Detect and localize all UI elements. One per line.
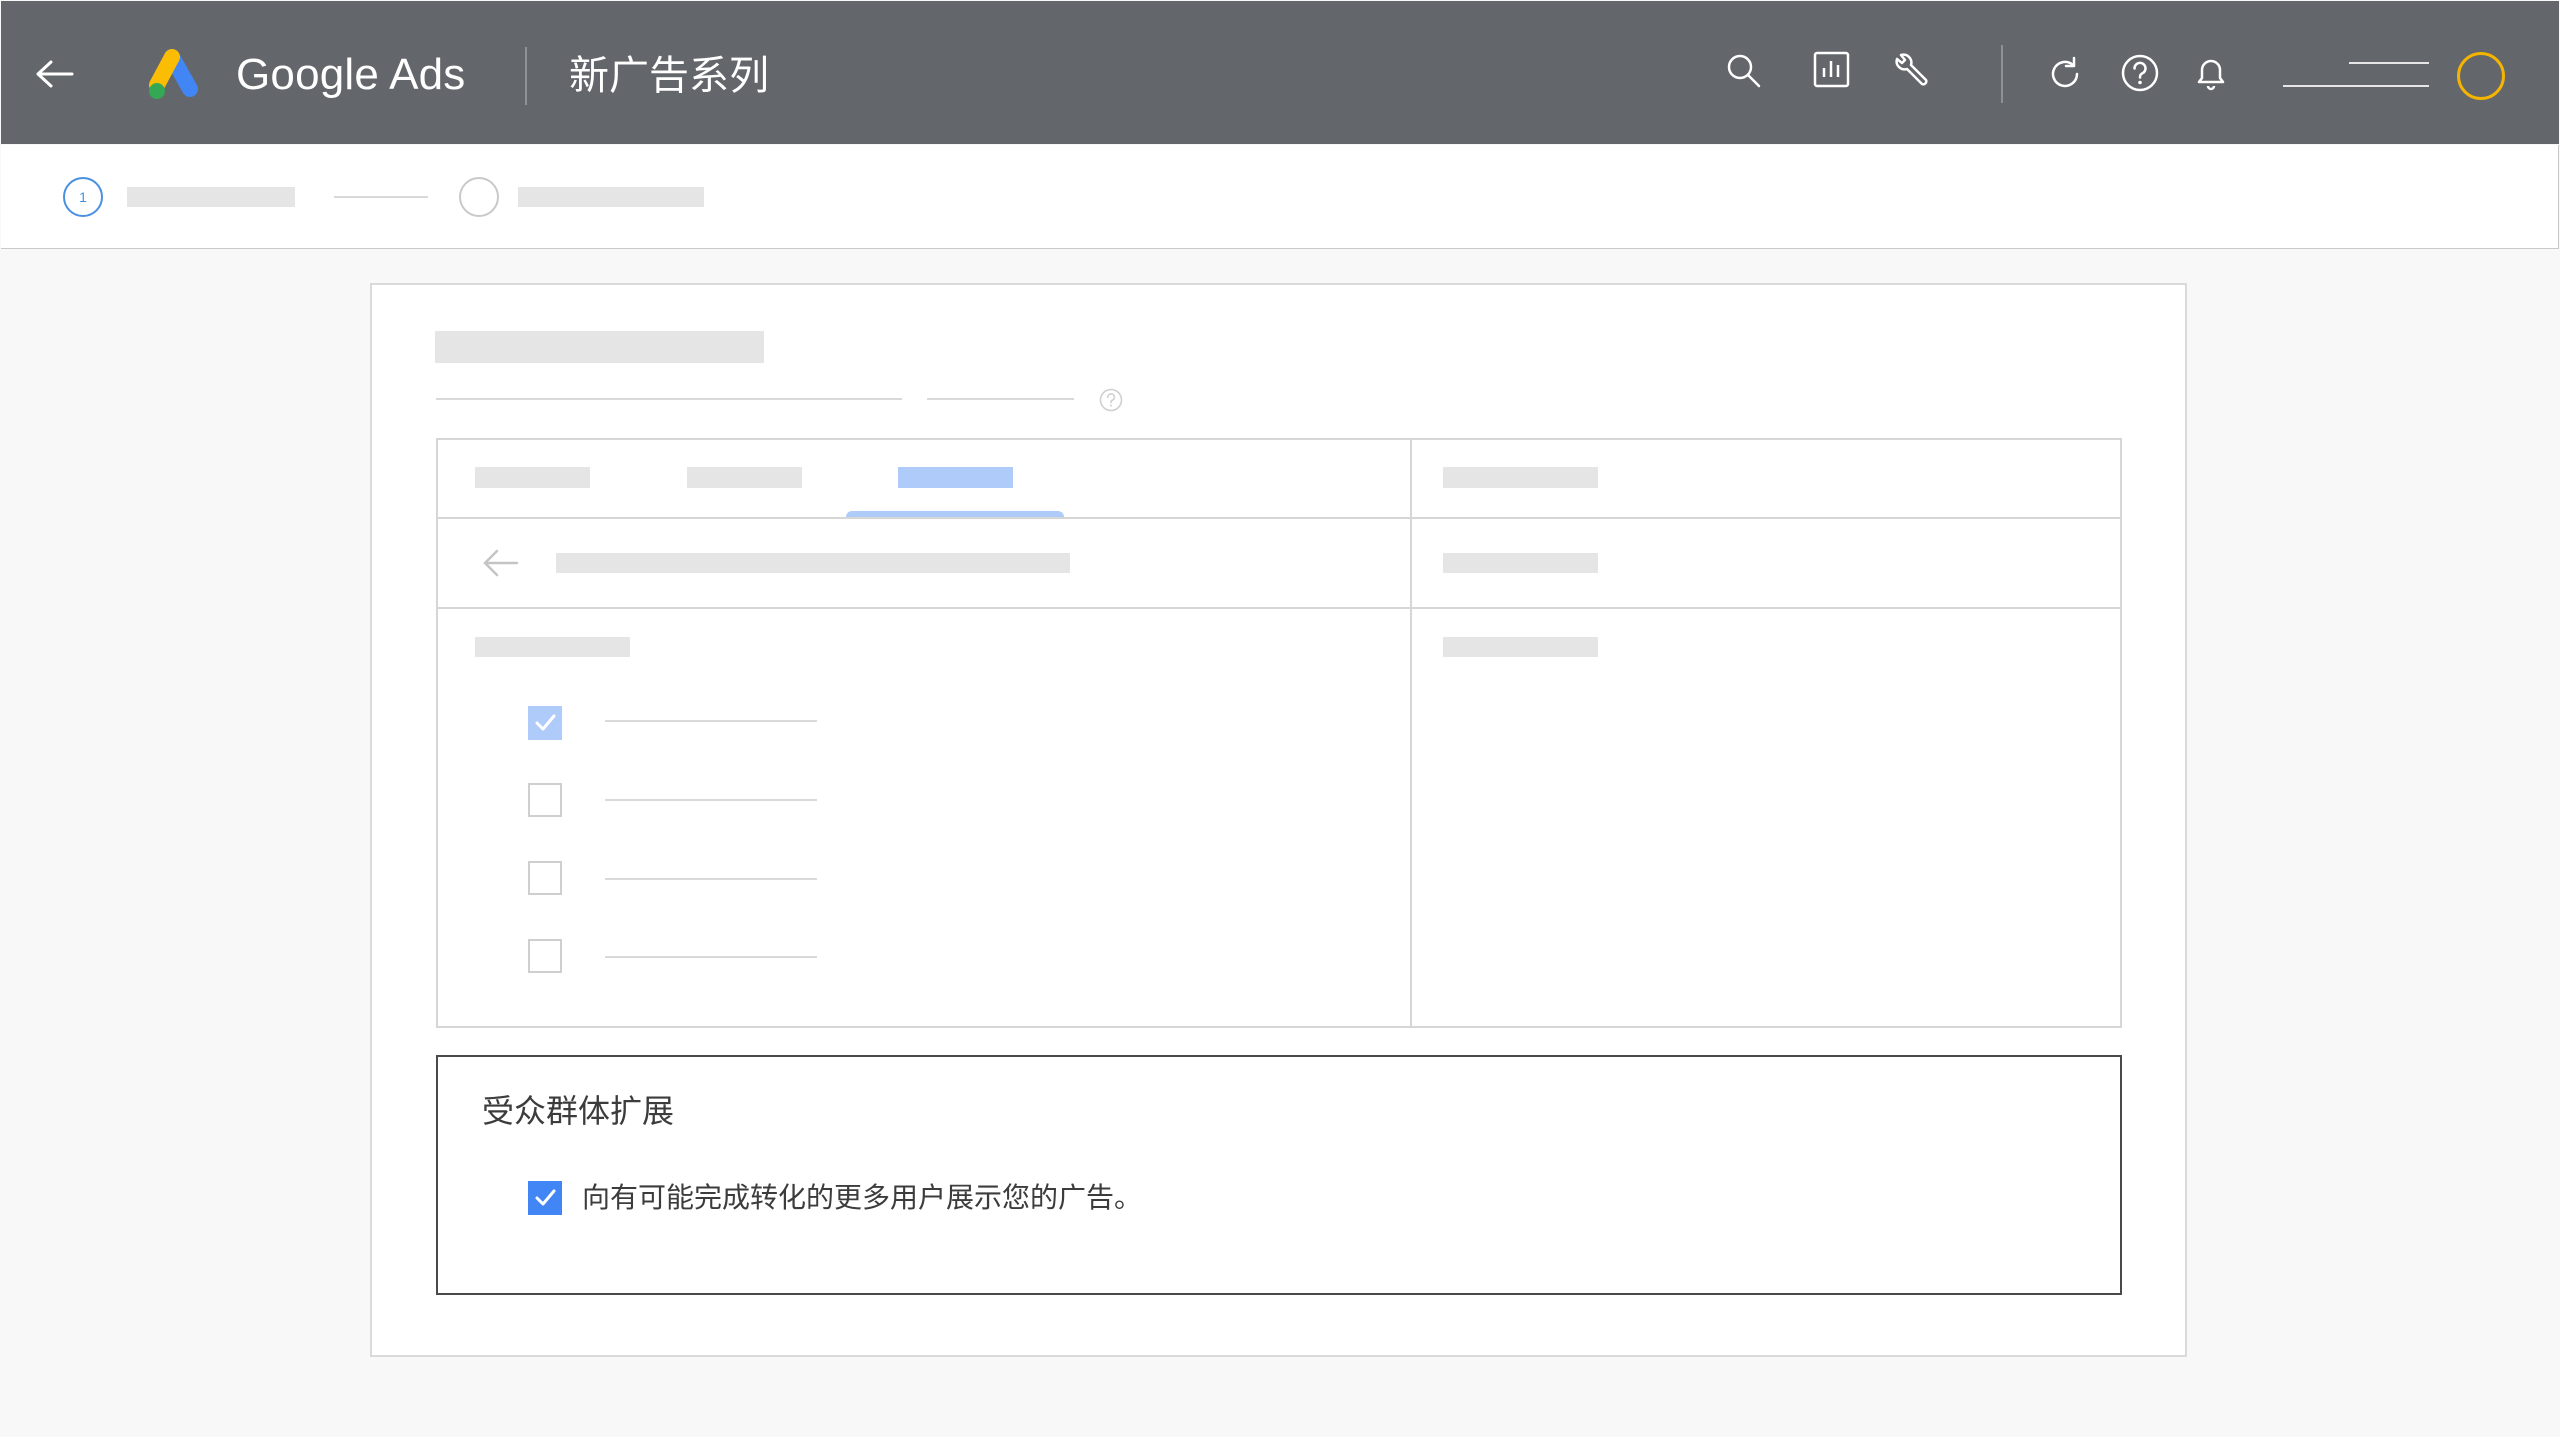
audience-browse-panel bbox=[436, 438, 2122, 1028]
help-icon[interactable] bbox=[2120, 53, 2160, 93]
audience-expansion-checkbox[interactable] bbox=[528, 1181, 562, 1215]
search-icon[interactable] bbox=[1725, 52, 1763, 90]
audience-expansion-title: 受众群体扩展 bbox=[482, 1092, 675, 1130]
section-title-placeholder bbox=[435, 331, 764, 363]
category-title-placeholder bbox=[475, 637, 630, 657]
option-label-2 bbox=[605, 799, 817, 801]
brand-name: Google Ads bbox=[236, 50, 466, 99]
stepper-bar: 1 bbox=[1, 145, 2559, 249]
step-1-label-placeholder bbox=[127, 187, 295, 207]
refresh-icon[interactable] bbox=[2046, 55, 2084, 93]
app-header: Google Ads 新广告系列 bbox=[1, 1, 2559, 144]
option-checkbox-3[interactable] bbox=[528, 861, 562, 895]
section-subtitle-line bbox=[436, 398, 902, 400]
tools-wrench-icon[interactable] bbox=[1891, 51, 1931, 91]
back-arrow-icon[interactable] bbox=[482, 548, 520, 578]
option-checkbox-2[interactable] bbox=[528, 783, 562, 817]
tab-2[interactable] bbox=[687, 467, 802, 488]
step-connector-line bbox=[334, 196, 428, 198]
selected-header-placeholder bbox=[1443, 467, 1598, 488]
header-divider bbox=[525, 47, 527, 105]
option-label-1 bbox=[605, 720, 817, 722]
step-1-number: 1 bbox=[79, 189, 87, 205]
selected-item-placeholder bbox=[1443, 637, 1598, 657]
option-label-4 bbox=[605, 956, 817, 958]
audience-expansion-label[interactable]: 向有可能完成转化的更多用户展示您的广告。 bbox=[582, 1176, 1142, 1220]
checkmark-icon bbox=[535, 1189, 556, 1206]
audience-expansion-section bbox=[436, 1055, 2122, 1295]
step-2-label-placeholder bbox=[518, 187, 704, 207]
panel-column-divider bbox=[1410, 438, 1412, 1028]
account-avatar[interactable] bbox=[2456, 51, 2506, 101]
active-tab-indicator bbox=[846, 511, 1064, 517]
tab-3-active[interactable] bbox=[898, 467, 1013, 488]
breadcrumb-path-placeholder bbox=[556, 553, 1070, 573]
notifications-bell-icon[interactable] bbox=[2193, 53, 2229, 93]
step-2-indicator[interactable] bbox=[458, 176, 500, 218]
panel-row-divider-1 bbox=[436, 517, 2122, 519]
tab-1[interactable] bbox=[475, 467, 590, 488]
account-name-line bbox=[2349, 62, 2429, 64]
selected-subheader-placeholder bbox=[1443, 553, 1598, 573]
option-checkbox-4[interactable] bbox=[528, 939, 562, 973]
help-tooltip-icon[interactable] bbox=[1099, 388, 1123, 412]
reports-icon[interactable] bbox=[1813, 51, 1851, 89]
account-id-line bbox=[2283, 85, 2429, 87]
panel-row-divider-2 bbox=[436, 607, 2122, 609]
option-checkbox-1[interactable] bbox=[528, 706, 562, 740]
google-ads-logo-icon bbox=[149, 49, 198, 99]
option-label-3 bbox=[605, 878, 817, 880]
header-icons-divider bbox=[2001, 45, 2003, 103]
back-arrow-icon[interactable] bbox=[35, 59, 75, 89]
page-title: 新广告系列 bbox=[569, 53, 769, 99]
section-subtitle-link-line bbox=[927, 398, 1074, 400]
